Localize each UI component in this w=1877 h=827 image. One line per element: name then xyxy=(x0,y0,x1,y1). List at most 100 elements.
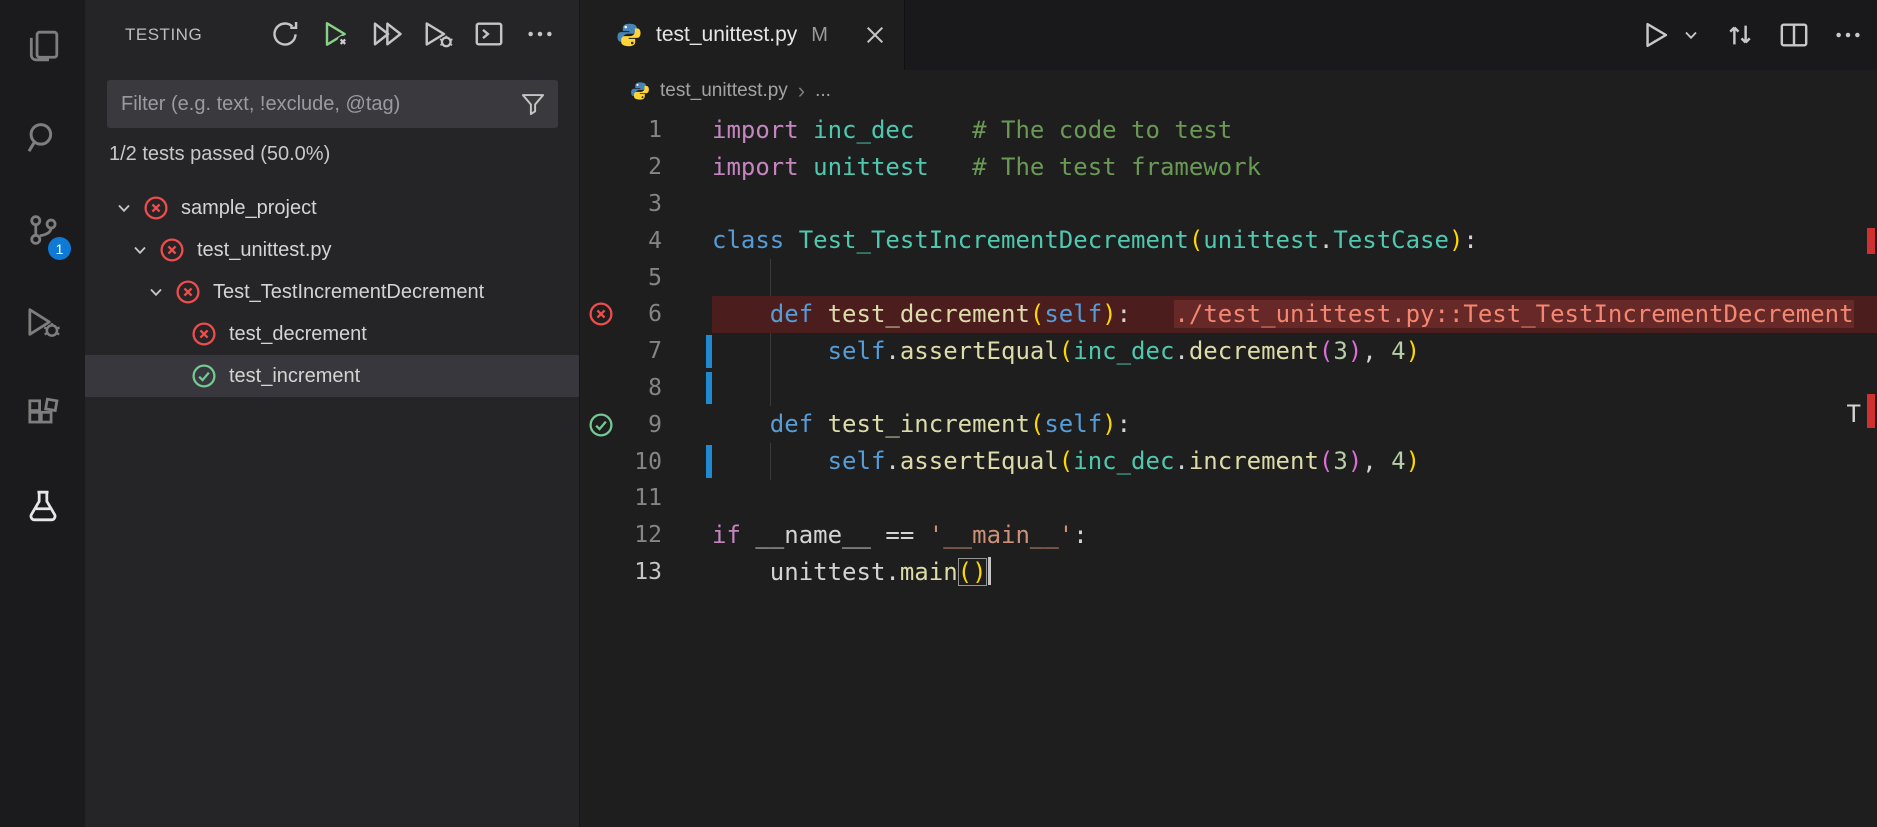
chevron-down-icon[interactable] xyxy=(125,240,155,260)
chevron-down-icon[interactable] xyxy=(141,282,171,302)
python-icon xyxy=(630,81,650,101)
activity-source-control[interactable]: 1 xyxy=(0,184,85,276)
git-modified-badge: M xyxy=(811,23,828,46)
code-text[interactable] xyxy=(712,186,1877,223)
tree-item-label: test_decrement xyxy=(229,322,367,345)
code-token: ( xyxy=(1058,447,1074,476)
breadcrumb-file[interactable]: test_unittest.py xyxy=(660,80,788,102)
code-token: ( xyxy=(1029,299,1045,328)
code-text[interactable]: if __name__ == '__main__': xyxy=(712,517,1877,554)
test-filter-input[interactable] xyxy=(107,92,520,116)
tree-item-test_decrement[interactable]: test_decrement xyxy=(85,313,579,355)
code-line: 10 self.assertEqual(inc_dec.increment(3)… xyxy=(580,443,1877,480)
code-token: 3 xyxy=(1333,336,1348,365)
test-filter-box xyxy=(107,80,558,128)
debug-tests-button[interactable] xyxy=(423,19,453,49)
more-icon[interactable] xyxy=(1833,20,1863,50)
activity-run-debug[interactable] xyxy=(0,276,85,368)
code-text[interactable] xyxy=(712,259,1877,296)
code-text[interactable]: import unittest # The test framework xyxy=(712,149,1877,186)
code-token: , xyxy=(1362,447,1377,476)
more-actions-button[interactable] xyxy=(525,19,555,49)
activity-testing[interactable] xyxy=(0,460,85,552)
test-fail-icon xyxy=(159,237,185,263)
code-token: test_increment xyxy=(827,410,1030,439)
code-token: unittest xyxy=(769,557,886,586)
activity-search[interactable] xyxy=(0,92,85,184)
code-text[interactable]: class Test_TestIncrementDecrement(unitte… xyxy=(712,222,1877,259)
code-text[interactable] xyxy=(712,369,1877,407)
code-text[interactable]: self.assertEqual(inc_dec.increment(3), 4… xyxy=(712,443,1877,480)
beaker-icon xyxy=(26,489,60,523)
code-token: '__main__' xyxy=(928,520,1074,549)
refresh-icon[interactable] xyxy=(270,19,300,49)
editor-group: test_unittest.py M test_unittest.py › ..… xyxy=(580,0,1877,827)
changes-icon[interactable] xyxy=(1725,20,1755,50)
code-line: 11 xyxy=(580,480,1877,517)
code-token: class xyxy=(712,226,785,255)
tab-test-unittest[interactable]: test_unittest.py M xyxy=(580,0,905,70)
tree-item-test_increment[interactable]: test_increment xyxy=(85,355,579,397)
code-token: ( xyxy=(1058,336,1074,365)
tree-item-label: test_unittest.py xyxy=(197,238,332,261)
test-fail-gutter-icon[interactable] xyxy=(580,301,624,327)
code-text[interactable]: unittest.main() xyxy=(712,554,1877,591)
filter-icon[interactable] xyxy=(520,91,546,117)
code-line: 13 unittest.main() xyxy=(580,554,1877,591)
open-as-panel-button[interactable] xyxy=(474,19,504,49)
tree-item-label: Test_TestIncrementDecrement xyxy=(213,280,485,303)
code-token: ( xyxy=(1029,410,1045,439)
run-all-icon[interactable] xyxy=(372,19,402,49)
code-token: def xyxy=(769,299,814,328)
breadcrumb-more[interactable]: ... xyxy=(815,80,831,102)
tree-item-sample_project[interactable]: sample_project xyxy=(85,187,579,229)
run-x-icon[interactable] xyxy=(321,19,351,49)
activity-explorer[interactable] xyxy=(0,0,85,92)
close-tab-icon[interactable] xyxy=(862,22,888,48)
vscode-window: 1 TESTING 1/2 tests passed (50.0%) sampl… xyxy=(0,0,1877,827)
play-icon[interactable] xyxy=(1641,20,1671,50)
code-token: # The code to test xyxy=(972,116,1233,144)
line-number: 9 xyxy=(648,411,662,438)
panel-icon[interactable] xyxy=(474,19,504,49)
code-token: self xyxy=(1044,410,1103,439)
code-token: ) xyxy=(1405,447,1421,476)
code-text[interactable] xyxy=(712,480,1877,517)
refresh-tests-button[interactable] xyxy=(270,19,300,49)
line-number: 12 xyxy=(634,522,662,549)
breadcrumb: test_unittest.py › ... xyxy=(580,70,1877,112)
tree-item-test_unittest.py[interactable]: test_unittest.py xyxy=(85,229,579,271)
tree-item-Test_TestIncrementDecrement[interactable]: Test_TestIncrementDecrement xyxy=(85,271,579,313)
run-all-tests-button[interactable] xyxy=(372,19,402,49)
code-token: self xyxy=(1044,299,1103,328)
activity-extensions[interactable] xyxy=(0,368,85,460)
test-fail-icon xyxy=(143,195,169,221)
chevron-down-icon[interactable] xyxy=(109,198,139,218)
code-text[interactable]: self.assertEqual(inc_dec.decrement(3), 4… xyxy=(712,332,1877,370)
chevron-down-icon[interactable] xyxy=(1685,25,1701,45)
code-token: : xyxy=(1116,410,1132,439)
code-text[interactable]: import inc_dec # The code to test xyxy=(712,112,1877,149)
indent-guide xyxy=(769,443,771,480)
test-fail-icon xyxy=(191,321,217,347)
debug-run-icon[interactable] xyxy=(423,19,453,49)
code-line: 5 xyxy=(580,259,1877,296)
more-icon[interactable] xyxy=(525,19,555,49)
split-icon[interactable] xyxy=(1779,20,1809,50)
code-text[interactable]: def test_increment(self): xyxy=(712,406,1877,443)
code-token: main xyxy=(899,557,958,586)
code-token: TestCase xyxy=(1333,226,1449,255)
code-area[interactable]: 1 import inc_dec # The code to test 2 impor… xyxy=(580,112,1877,827)
line-number: 3 xyxy=(648,190,662,217)
test-pass-gutter-icon[interactable] xyxy=(580,412,624,438)
run-failed-tests-button[interactable] xyxy=(321,19,351,49)
line-number: 7 xyxy=(648,338,662,365)
code-text[interactable]: def test_decrement(self): ./test_unittes… xyxy=(712,295,1877,333)
tab-label: test_unittest.py xyxy=(656,23,798,46)
code-token: ) xyxy=(1347,336,1363,365)
breadcrumb-separator: › xyxy=(797,78,806,103)
